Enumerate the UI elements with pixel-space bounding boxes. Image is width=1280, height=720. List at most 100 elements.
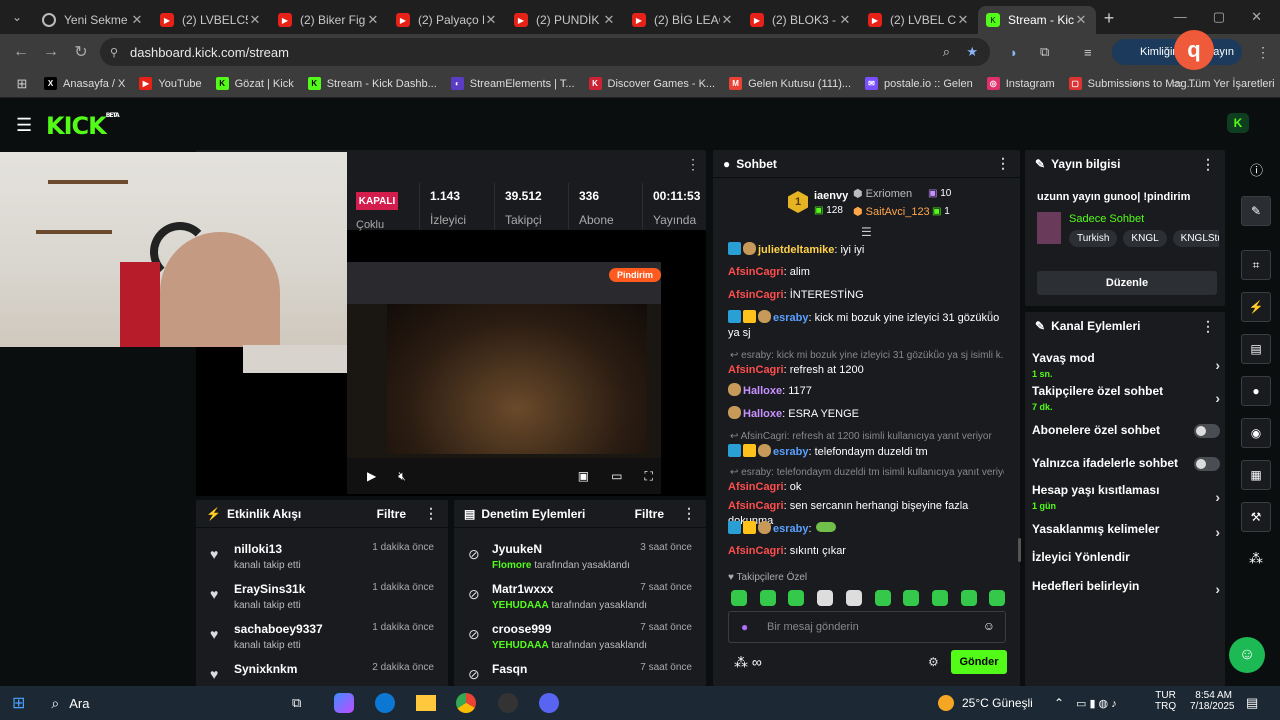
- emote-button[interactable]: [903, 590, 920, 606]
- clock[interactable]: 8:54 AM 7/18/2025: [1190, 690, 1235, 712]
- chat-message[interactable]: ↩ esraby: telefondaym duzeldi tm isimli …: [728, 465, 1004, 495]
- moderation-item[interactable]: ⊘ croose999 YEHUDAAA tarafından yasaklandı…: [454, 616, 706, 656]
- rail-broadcast-icon[interactable]: ◉: [1241, 418, 1271, 448]
- chat-menu-icon[interactable]: ⋮: [996, 155, 1010, 172]
- zoom-icon[interactable]: ⌕: [943, 44, 950, 60]
- rail-document-icon[interactable]: ▤: [1241, 334, 1271, 364]
- chat-message[interactable]: julietdeltamike: iyi iyi: [728, 242, 1004, 258]
- close-window-icon[interactable]: ✕: [1251, 9, 1262, 25]
- chat-message[interactable]: ↩ esraby: kick mi bozuk yine izleyici 31…: [728, 348, 1004, 378]
- pinned-expand-icon[interactable]: ☰: [861, 225, 872, 239]
- chat-username[interactable]: esraby: [773, 523, 808, 535]
- send-button[interactable]: Gönder: [951, 650, 1007, 674]
- category-name[interactable]: Sadece Sohbet: [1069, 213, 1144, 225]
- fullscreen-icon[interactable]: ⛶: [644, 469, 652, 484]
- emote-button[interactable]: [874, 590, 891, 606]
- rail-capture-icon[interactable]: ⌗: [1241, 250, 1271, 280]
- tab-close-icon[interactable]: ✕: [366, 12, 380, 28]
- tab-close-icon[interactable]: ✕: [1074, 12, 1088, 28]
- emote-button[interactable]: [989, 590, 1006, 606]
- channel-actions-menu-icon[interactable]: ⋮: [1201, 318, 1215, 335]
- task-view-icon[interactable]: ⧉: [292, 695, 301, 711]
- bookmark-6[interactable]: M Gelen Kutusu (111)...: [729, 77, 851, 90]
- toggle-switch[interactable]: [1194, 424, 1220, 438]
- chat-username[interactable]: AfsinCagri: [728, 545, 784, 557]
- url-field[interactable]: ⚲ dashboard.kick.com/stream ⌕ ★: [100, 38, 990, 66]
- kick-logo[interactable]: KICKBETA: [46, 112, 120, 140]
- play-icon[interactable]: ▶: [367, 469, 376, 483]
- chat-message[interactable]: ↩ AfsinCagri: refresh at 1200 isimli kul…: [728, 429, 1004, 460]
- taskbar-search-label[interactable]: Ara: [69, 696, 89, 711]
- emote-button[interactable]: [931, 590, 948, 606]
- bookmark-8[interactable]: ◎ Instagram: [986, 77, 1055, 90]
- moderation-item[interactable]: ⊘ JyuukeN Flomore tarafından yasaklandı 3 s…: [454, 536, 706, 576]
- theater-icon[interactable]: ▭: [611, 469, 622, 483]
- channel-action-1[interactable]: Takipçilere özel sohbet 7 dk. ›: [1032, 384, 1220, 412]
- chat-username[interactable]: Halloxe: [743, 385, 782, 397]
- more-bookmarks-icon[interactable]: »: [1133, 78, 1139, 90]
- channel-action-2[interactable]: Abonelere özel sohbet: [1032, 423, 1220, 438]
- tab-search-icon[interactable]: ⌄: [0, 10, 34, 24]
- bookmark-2[interactable]: K Gözat | Kick: [215, 77, 294, 90]
- tab-5[interactable]: ▶ (2) BİG LEAG✕: [624, 6, 742, 34]
- tab-2[interactable]: ▶ (2) Biker Figh ✕: [270, 6, 388, 34]
- tab-close-icon[interactable]: ✕: [956, 12, 970, 28]
- chat-message[interactable]: esraby:: [728, 521, 1004, 537]
- user-avatar-icon[interactable]: K: [1227, 113, 1249, 133]
- channel-action-0[interactable]: Yavaş mod 1 sn. ›: [1032, 351, 1220, 379]
- emote-button[interactable]: [845, 590, 862, 606]
- emoji-picker-icon[interactable]: ☺: [983, 619, 995, 633]
- support-chat-icon[interactable]: ☺: [1229, 637, 1265, 673]
- chat-username[interactable]: AfsinCagri: [728, 364, 784, 376]
- channel-action-5[interactable]: Yasaklanmış kelimeler ›: [1032, 522, 1220, 540]
- stream-panel-menu-icon[interactable]: ⋮: [686, 156, 700, 173]
- info-icon[interactable]: ⓘ: [1250, 160, 1263, 179]
- windows-start-icon[interactable]: ⊞: [12, 693, 25, 713]
- chat-username[interactable]: esraby: [773, 446, 808, 458]
- emote-button[interactable]: [788, 590, 805, 606]
- tab-6[interactable]: ▶ (2) BLOK3 - H✕: [742, 6, 860, 34]
- emote-button[interactable]: [731, 590, 747, 606]
- extension-icon[interactable]: ◗: [1010, 45, 1018, 60]
- moderation-item[interactable]: ⊘ Matr1wxxx YEHUDAAA tarafından yasaklandı…: [454, 576, 706, 616]
- tab-0[interactable]: Yeni Sekme ✕: [34, 6, 152, 34]
- browser-menu-icon[interactable]: ⋮: [1256, 44, 1270, 61]
- file-explorer-icon[interactable]: [416, 695, 436, 711]
- apps-grid-icon[interactable]: ⊞: [0, 76, 44, 92]
- chat-username[interactable]: Halloxe: [743, 408, 782, 420]
- bookmark-7[interactable]: ✉ postale.io :: Gelen: [865, 77, 973, 90]
- top-gifter-2[interactable]: ⬢ Exriomen: [853, 187, 912, 200]
- tag-chip[interactable]: KNGLStudio: [1172, 230, 1219, 247]
- tab-3[interactable]: ▶ (2) Palyaço B ✕: [388, 6, 506, 34]
- rail-apps-icon[interactable]: ⁂: [1249, 550, 1263, 567]
- mute-icon[interactable]: 🔇︎: [398, 469, 406, 484]
- taskbar-search-icon[interactable]: ⌕: [51, 695, 59, 712]
- chat-message[interactable]: esraby: kick mi bozuk yine izleyici 31 g…: [728, 310, 1004, 341]
- extensions-puzzle-icon[interactable]: ⧉: [1040, 44, 1049, 60]
- chat-username[interactable]: AfsinCagri: [728, 481, 784, 493]
- new-tab-button[interactable]: +: [1096, 8, 1122, 29]
- moderation-filter-button[interactable]: Filtre: [635, 507, 664, 521]
- tab-close-icon[interactable]: ✕: [484, 12, 498, 28]
- chat-message[interactable]: AfsinCagri: İNTERESTİNG: [728, 288, 1004, 303]
- minimize-icon[interactable]: —: [1174, 9, 1187, 25]
- tag-chip[interactable]: Turkish: [1069, 230, 1118, 247]
- rail-lightning-icon[interactable]: ⚡: [1241, 292, 1271, 322]
- bookmark-5[interactable]: K Discover Games - K...: [588, 77, 715, 90]
- chat-scrollbar[interactable]: [1018, 538, 1021, 562]
- rail-wrench-icon[interactable]: ⚒: [1241, 502, 1271, 532]
- app-icon[interactable]: [539, 693, 559, 713]
- chat-input[interactable]: ● Bir mesaj gönderin ☺: [728, 611, 1006, 643]
- activity-item[interactable]: ♥ sachaboey9337 kanalı takip etti 1 dakika …: [196, 616, 448, 656]
- emote-button[interactable]: [960, 590, 977, 606]
- tab-1[interactable]: ▶ (2) LVBELC5 ✕: [152, 6, 270, 34]
- top-gifter-1[interactable]: iaenvy: [814, 190, 848, 202]
- tab-close-icon[interactable]: ✕: [602, 12, 616, 28]
- notifications-icon[interactable]: ▤: [1246, 695, 1258, 711]
- activity-item[interactable]: ♥ EraySins31k kanalı takip etti 1 dakika ön…: [196, 576, 448, 616]
- chrome-icon[interactable]: [456, 693, 476, 713]
- rail-edit-icon[interactable]: ✎: [1241, 196, 1271, 226]
- weather-text[interactable]: 25°C Güneşli: [962, 696, 1033, 710]
- chat-message[interactable]: AfsinCagri: sıkıntı çıkar: [728, 544, 1004, 559]
- tab-8[interactable]: K Stream - Kick ✕: [978, 6, 1096, 34]
